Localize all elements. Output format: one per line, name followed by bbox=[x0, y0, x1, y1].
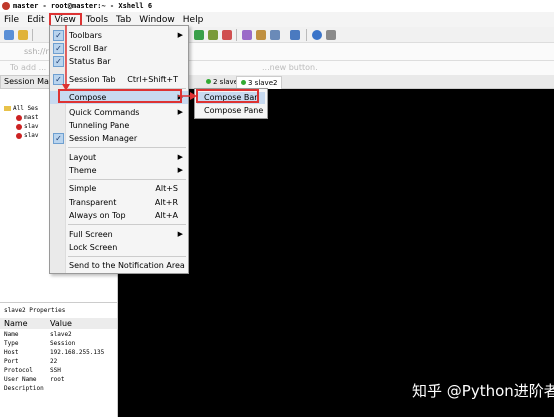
watermark: 知乎 @Python进阶者 bbox=[412, 382, 554, 400]
arrowhead-down-icon bbox=[62, 84, 70, 91]
arrowhead-right-icon bbox=[190, 92, 197, 100]
annotation-arrows bbox=[62, 25, 197, 100]
